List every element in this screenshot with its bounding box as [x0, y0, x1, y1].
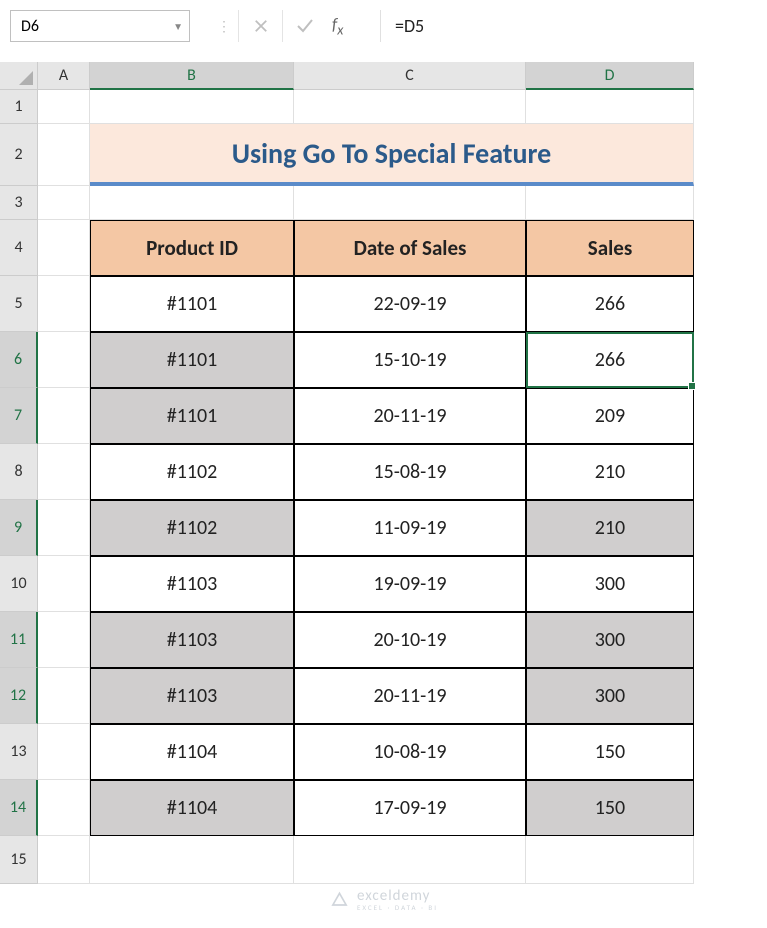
watermark-text: exceldemy	[357, 887, 430, 905]
row-header-1[interactable]: 1	[0, 90, 38, 124]
cell-A5[interactable]	[38, 276, 90, 332]
th-product-id[interactable]: Product ID	[90, 220, 294, 276]
cell-B11[interactable]: #1103	[90, 612, 294, 668]
row-header-11[interactable]: 11	[0, 612, 38, 668]
cell-D3[interactable]	[526, 186, 694, 220]
cell-D11[interactable]: 300	[526, 612, 694, 668]
watermark-logo-icon	[329, 890, 349, 910]
cell-D8[interactable]: 210	[526, 444, 694, 500]
cell-D9[interactable]: 210	[526, 500, 694, 556]
cell-D7[interactable]: 209	[526, 388, 694, 444]
cell-C11[interactable]: 20-10-19	[294, 612, 526, 668]
row-header-15[interactable]: 15	[0, 836, 38, 884]
cell-A6[interactable]	[38, 332, 90, 388]
cell-B8[interactable]: #1102	[90, 444, 294, 500]
cell-D6[interactable]: 266	[526, 332, 694, 388]
cell-C12[interactable]: 20-11-19	[294, 668, 526, 724]
row-header-10[interactable]: 10	[0, 556, 38, 612]
row-header-2[interactable]: 2	[0, 124, 38, 186]
cell-B13[interactable]: #1104	[90, 724, 294, 780]
cell-A7[interactable]	[38, 388, 90, 444]
cell-C15[interactable]	[294, 836, 526, 884]
col-header-B[interactable]: B	[90, 62, 294, 90]
cell-B7[interactable]: #1101	[90, 388, 294, 444]
cell-B3[interactable]	[90, 186, 294, 220]
watermark: exceldemy EXCEL · DATA · BI	[329, 887, 438, 912]
spreadsheet-grid: A B C D 1 2 Using Go To Special Feature …	[0, 62, 767, 884]
row-header-9[interactable]: 9	[0, 500, 38, 556]
row-header-3[interactable]: 3	[0, 186, 38, 220]
cell-D1[interactable]	[526, 90, 694, 124]
cell-C10[interactable]: 19-09-19	[294, 556, 526, 612]
row-header-6[interactable]: 6	[0, 332, 38, 388]
cell-D15[interactable]	[526, 836, 694, 884]
cell-A13[interactable]	[38, 724, 90, 780]
cell-B10[interactable]: #1103	[90, 556, 294, 612]
row-header-7[interactable]: 7	[0, 388, 38, 444]
cell-B9[interactable]: #1102	[90, 500, 294, 556]
cell-A9[interactable]	[38, 500, 90, 556]
cell-D13[interactable]: 150	[526, 724, 694, 780]
cell-B5[interactable]: #1101	[90, 276, 294, 332]
vertical-dots-icon: ⋮	[210, 10, 238, 42]
cell-D5[interactable]: 266	[526, 276, 694, 332]
row-header-14[interactable]: 14	[0, 780, 38, 836]
cell-B1[interactable]	[90, 90, 294, 124]
cell-D12[interactable]: 300	[526, 668, 694, 724]
select-all-corner[interactable]	[0, 62, 38, 90]
cell-A8[interactable]	[38, 444, 90, 500]
formula-input[interactable]: =D5	[380, 10, 757, 42]
row-header-4[interactable]: 4	[0, 220, 38, 276]
cell-A11[interactable]	[38, 612, 90, 668]
formula-bar: D6 ▼ ⋮ fx =D5	[0, 0, 767, 62]
cell-B15[interactable]	[90, 836, 294, 884]
col-header-A[interactable]: A	[38, 62, 90, 90]
cell-A2[interactable]	[38, 124, 90, 186]
cell-A1[interactable]	[38, 90, 90, 124]
cell-C1[interactable]	[294, 90, 526, 124]
cell-C13[interactable]: 10-08-19	[294, 724, 526, 780]
col-header-C[interactable]: C	[294, 62, 526, 90]
cell-A15[interactable]	[38, 836, 90, 884]
grid-rows: 1 2 Using Go To Special Feature 3 4 Prod…	[0, 90, 767, 884]
formula-controls: ⋮ fx	[210, 10, 372, 42]
fx-label-icon[interactable]: fx	[332, 14, 372, 38]
row-header-8[interactable]: 8	[0, 444, 38, 500]
name-box-value: D6	[21, 17, 39, 36]
cell-A12[interactable]	[38, 668, 90, 724]
name-box[interactable]: D6 ▼	[10, 10, 190, 42]
cell-C9[interactable]: 11-09-19	[294, 500, 526, 556]
cancel-icon[interactable]	[238, 10, 282, 42]
row-header-12[interactable]: 12	[0, 668, 38, 724]
cell-C14[interactable]: 17-09-19	[294, 780, 526, 836]
row-header-13[interactable]: 13	[0, 724, 38, 780]
cell-D10[interactable]: 300	[526, 556, 694, 612]
cell-D14[interactable]: 150	[526, 780, 694, 836]
formula-text: =D5	[395, 15, 424, 37]
cell-A10[interactable]	[38, 556, 90, 612]
title-banner[interactable]: Using Go To Special Feature	[90, 124, 694, 186]
cell-B12[interactable]: #1103	[90, 668, 294, 724]
cell-C6[interactable]: 15-10-19	[294, 332, 526, 388]
th-date-of-sales[interactable]: Date of Sales	[294, 220, 526, 276]
cell-C3[interactable]	[294, 186, 526, 220]
cell-B6[interactable]: #1101	[90, 332, 294, 388]
cell-A14[interactable]	[38, 780, 90, 836]
cell-C7[interactable]: 20-11-19	[294, 388, 526, 444]
cell-C5[interactable]: 22-09-19	[294, 276, 526, 332]
cell-A4[interactable]	[38, 220, 90, 276]
cell-B14[interactable]: #1104	[90, 780, 294, 836]
enter-check-icon[interactable]	[282, 10, 326, 42]
cell-C8[interactable]: 15-08-19	[294, 444, 526, 500]
col-header-D[interactable]: D	[526, 62, 694, 90]
cell-A3[interactable]	[38, 186, 90, 220]
row-header-5[interactable]: 5	[0, 276, 38, 332]
watermark-subtext: EXCEL · DATA · BI	[357, 903, 438, 912]
th-sales[interactable]: Sales	[526, 220, 694, 276]
name-box-dropdown-icon[interactable]: ▼	[173, 20, 183, 33]
column-headers: A B C D	[38, 62, 767, 90]
